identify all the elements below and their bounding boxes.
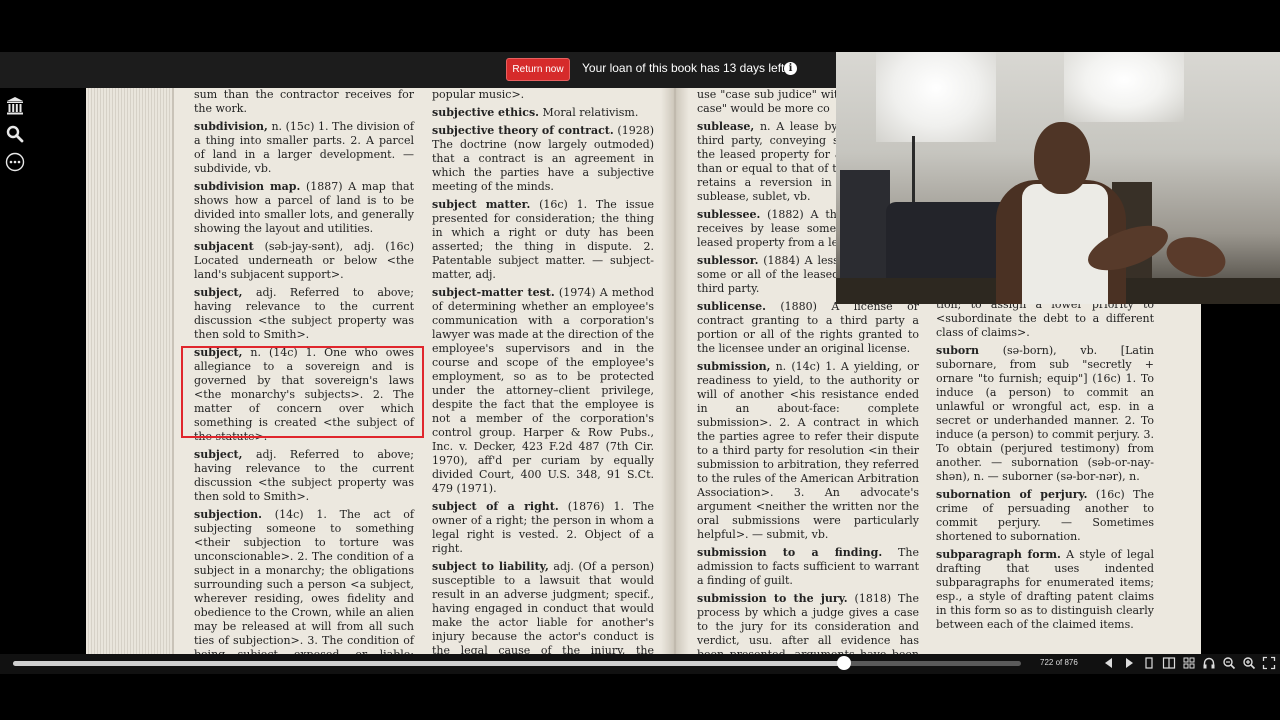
dictionary-entry: subject to liability, adj. (Of a person)… [432, 560, 654, 654]
entry-headword: suborn [936, 344, 980, 357]
entry-headword: subjacent [194, 240, 254, 253]
dictionary-entry: subparagraph form. A style of legal draf… [936, 548, 1154, 632]
one-page-view-icon[interactable] [1142, 656, 1156, 670]
progress-handle[interactable] [836, 656, 851, 670]
dictionary-entry: sublicense. (1880) A license or contract… [697, 300, 919, 356]
loan-message: Your loan of this book has 13 days left. [582, 61, 788, 75]
book-gutter [661, 88, 689, 654]
two-page-view-icon[interactable] [1162, 656, 1176, 670]
left-page-column-2: popular music>. subjective ethics. Moral … [432, 88, 654, 654]
entry-text: sum than the contractor receives for the… [194, 88, 414, 115]
page-edge-line [172, 88, 174, 654]
entry-text: popular music>. [432, 88, 525, 101]
entry-text: n. (14c) 1. A yielding, or readiness to … [697, 360, 919, 541]
dictionary-entry: subornation of perjury. (16c) The crime … [936, 488, 1154, 544]
webcam-window-light [876, 52, 996, 142]
page-counter: 722 of 876 [1040, 658, 1078, 667]
entry-headword: submission, [697, 360, 771, 373]
dictionary-entry: subjection. (14c) 1. The act of subjecti… [194, 508, 414, 654]
dictionary-entry: submission to a finding. The admission t… [697, 546, 919, 588]
webcam-person-head [1034, 122, 1090, 194]
entry-headword: subject matter. [432, 198, 531, 211]
dictionary-entry: subjacent (səb-jay-sənt), adj. (16c) Loc… [194, 240, 414, 282]
webcam-lamp-light [1064, 52, 1184, 122]
entry-headword: submission to the jury. [697, 592, 848, 605]
zoom-out-icon[interactable] [1222, 656, 1236, 670]
fullscreen-icon[interactable] [1262, 656, 1276, 670]
entry-text: Moral relativism. [539, 106, 639, 119]
webcam-person-hand-right [1162, 230, 1230, 284]
info-icon[interactable]: i [784, 62, 797, 75]
read-aloud-icon[interactable] [1202, 656, 1216, 670]
dictionary-entry: subdivision map. (1887) A map that shows… [194, 180, 414, 236]
prev-page-icon[interactable] [1102, 656, 1116, 670]
next-page-icon[interactable] [1122, 656, 1136, 670]
zoom-in-icon[interactable] [1242, 656, 1256, 670]
entry-headword: subject to liability, [432, 560, 549, 573]
entry-headword: subornation of perjury. [936, 488, 1088, 501]
entry-text: (sə-born), vb. [Latin subornare, from su… [936, 344, 1154, 483]
progress-fill [13, 661, 844, 666]
thumbnail-view-icon[interactable] [1182, 656, 1196, 670]
entry-headword: subject-matter test. [432, 286, 555, 299]
dictionary-entry: popular music>. [432, 88, 654, 102]
entry-headword: submission to a finding. [697, 546, 883, 559]
entry-headword: subject, [194, 286, 243, 299]
dictionary-entry: subjective theory of contract. (1928) Th… [432, 124, 654, 194]
entry-headword: sublessee. [697, 208, 761, 221]
entry-text: (14c) 1. The act of subjecting someone t… [194, 508, 414, 654]
entry-headword: subdivision map. [194, 180, 301, 193]
highlight-box [181, 346, 424, 438]
dictionary-entry: tion; to assign a lower priority to <sub… [936, 298, 1154, 340]
entry-text: adj. (Of a person) susceptible to a laws… [432, 560, 654, 654]
library-icon[interactable] [5, 96, 25, 116]
more-icon[interactable] [5, 152, 25, 172]
right-page-column-2: tion; to assign a lower priority to <sub… [936, 298, 1154, 636]
progress-slider[interactable] [13, 661, 1021, 666]
entry-headword: subject, [194, 448, 243, 461]
entry-headword: subjective theory of contract. [432, 124, 614, 137]
entry-headword: subject of a right. [432, 500, 559, 513]
dictionary-entry: subject-matter test. (1974) A method of … [432, 286, 654, 496]
entry-headword: subdivision, [194, 120, 268, 133]
entry-headword: subparagraph form. [936, 548, 1061, 561]
dictionary-entry: subject of a right. (1876) 1. The owner … [432, 500, 654, 556]
entry-headword: subjection. [194, 508, 262, 521]
dictionary-entry: subject matter. (16c) 1. The issue prese… [432, 198, 654, 282]
return-now-button[interactable]: Return now [506, 58, 570, 81]
dictionary-entry: sum than the contractor receives for the… [194, 88, 414, 116]
entry-text: (1974) A method of determining whether a… [432, 286, 654, 495]
entry-headword: sublessor. [697, 254, 759, 267]
entry-text: tion; to assign a lower priority to <sub… [936, 298, 1154, 339]
page-edges [86, 88, 172, 654]
entry-headword: subjective ethics. [432, 106, 540, 119]
search-icon[interactable] [5, 124, 25, 144]
dictionary-entry: subject, adj. Referred to above; having … [194, 448, 414, 504]
dictionary-entry: submission to the jury. (1818) The proce… [697, 592, 919, 654]
dictionary-entry: subdivision, n. (15c) 1. The division of… [194, 120, 414, 176]
left-toolbar [0, 88, 30, 188]
dictionary-entry: subject, adj. Referred to above; having … [194, 286, 414, 342]
dictionary-entry: submission, n. (14c) 1. A yielding, or r… [697, 360, 919, 542]
dictionary-entry: subjective ethics. Moral relativism. [432, 106, 654, 120]
webcam-person-shirt [1022, 184, 1108, 304]
webcam-overlay [836, 52, 1280, 304]
entry-headword: sublicense. [697, 300, 766, 313]
entry-headword: sublease, [697, 120, 755, 133]
dictionary-entry: suborn (sə-born), vb. [Latin subornare, … [936, 344, 1154, 484]
webcam-bookshelf [840, 170, 890, 278]
